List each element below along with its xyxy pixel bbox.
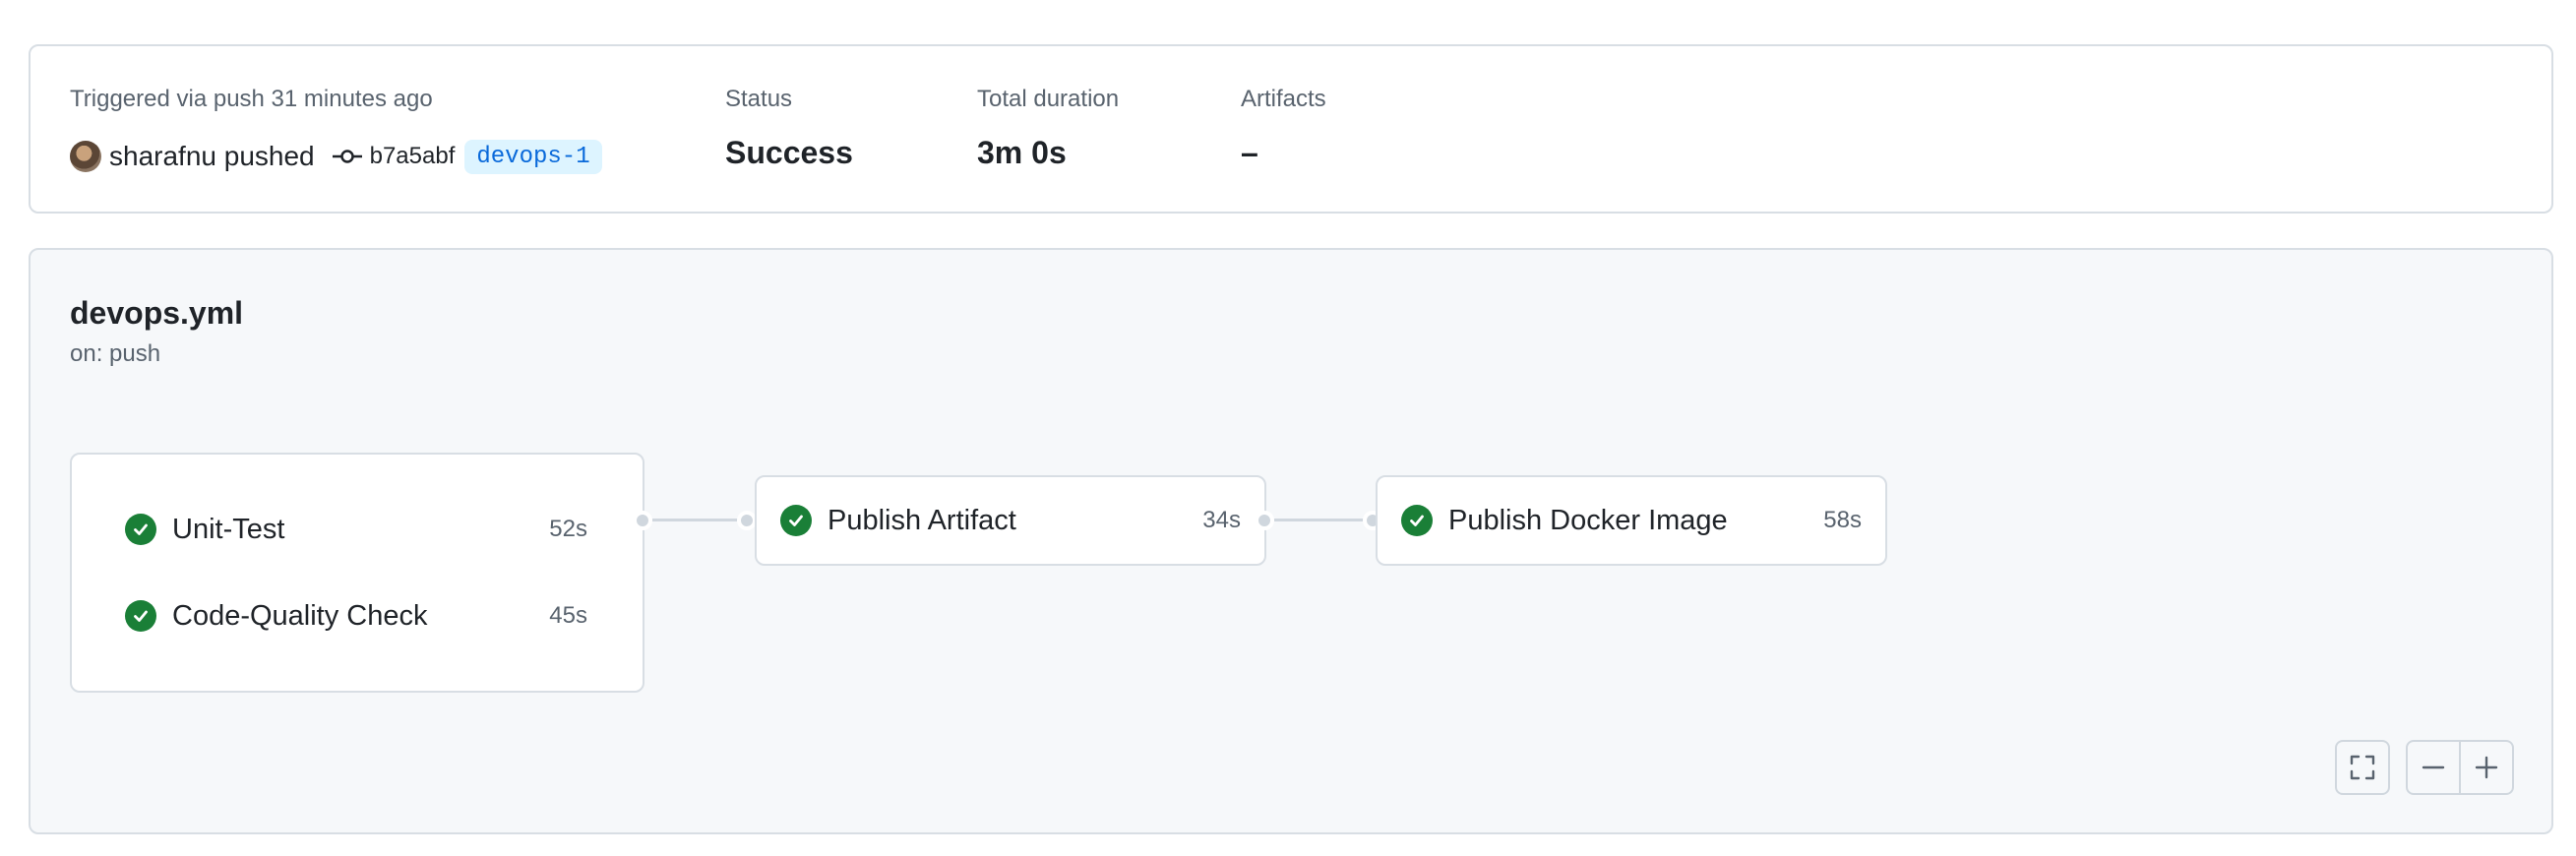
job-duration: 45s [549, 602, 587, 629]
status-section: Status [725, 86, 792, 113]
zoom-in-button[interactable] [2459, 740, 2514, 795]
trigger-section: Triggered via push 31 minutes ago [70, 86, 433, 113]
artifacts-label: Artifacts [1241, 86, 1326, 112]
job-publish-docker-image[interactable]: Publish Docker Image 58s [1376, 475, 1887, 566]
fullscreen-button[interactable] [2335, 740, 2390, 795]
artifacts-value: – [1241, 135, 1258, 170]
branch-label[interactable]: devops-1 [464, 139, 602, 174]
duration-value: 3m 0s [977, 135, 1067, 170]
job-publish-artifact[interactable]: Publish Artifact 34s [755, 475, 1266, 566]
job-name: Unit-Test [172, 513, 285, 545]
success-check-icon [780, 505, 812, 536]
job-group-stage-1: Unit-Test 52s Code-Quality Check 45s [70, 453, 644, 693]
status-label: Status [725, 86, 793, 112]
workflow-trigger: on: push [70, 340, 161, 367]
duration-section: Total duration [977, 86, 1119, 113]
job-row: Publish Artifact 34s [780, 501, 1241, 540]
zoom-out-button[interactable] [2406, 740, 2461, 795]
job-name: Code-Quality Check [172, 599, 428, 632]
zoom-out-icon [2422, 765, 2445, 769]
graph-node-dot [633, 511, 652, 530]
graph-connector [652, 519, 739, 521]
commit-icon [332, 150, 362, 163]
job-code-quality-check[interactable]: Code-Quality Check 45s [125, 596, 587, 636]
commit-sha-link[interactable]: b7a5abf [370, 143, 456, 170]
workflow-file-name[interactable]: devops.yml [70, 295, 243, 332]
artifacts-section: Artifacts [1241, 86, 1326, 113]
success-check-icon [125, 514, 156, 545]
zoom-in-icon [2475, 756, 2498, 779]
run-summary-card: Triggered via push 31 minutes ago sharaf… [29, 44, 2553, 214]
actor-text[interactable]: sharafnu pushed [109, 141, 315, 172]
job-name: Publish Docker Image [1448, 504, 1728, 536]
status-value: Success [725, 135, 853, 170]
graph-connector [1274, 519, 1365, 521]
trigger-label: Triggered via push 31 minutes ago [70, 86, 433, 112]
job-duration: 58s [1823, 507, 1862, 533]
job-duration: 52s [549, 516, 587, 542]
graph-node-dot [1255, 511, 1274, 530]
job-duration: 34s [1202, 507, 1241, 533]
duration-label: Total duration [977, 86, 1120, 112]
graph-node-dot [737, 511, 757, 530]
workflow-graph-panel: devops.yml on: push Unit-Test 52s Code-Q… [29, 248, 2553, 834]
job-name: Publish Artifact [828, 504, 1016, 536]
success-check-icon [125, 600, 156, 632]
job-row: Publish Docker Image 58s [1401, 501, 1862, 540]
success-check-icon [1401, 505, 1433, 536]
trigger-details: sharafnu pushed b7a5abf devops-1 [70, 137, 602, 176]
avatar[interactable] [70, 141, 101, 172]
fullscreen-icon [2350, 755, 2375, 780]
job-unit-test[interactable]: Unit-Test 52s [125, 510, 587, 549]
